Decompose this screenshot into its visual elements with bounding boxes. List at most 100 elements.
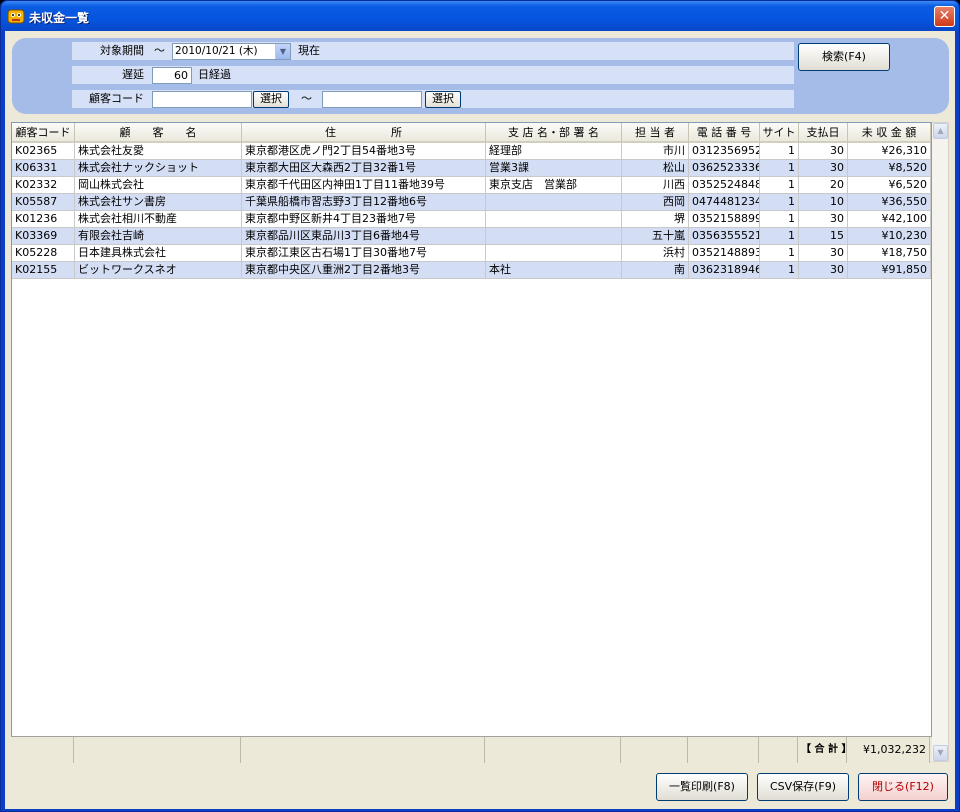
receivables-grid[interactable]: 顧客コード顧 客 名住 所支 店 名・部 署 名担 当 者電 話 番 号サイト支… [11,122,932,762]
table-cell: 日本建具株式会社 [75,245,242,262]
table-cell: 15 [799,228,848,245]
table-cell: K03369 [12,228,75,245]
table-cell: 東京都大田区大森西2丁目32番1号 [242,160,486,177]
table-cell: 五十嵐 [622,228,689,245]
table-cell: K05587 [12,194,75,211]
total-empty-cell [241,737,485,763]
scroll-down-icon[interactable]: ▼ [933,745,948,761]
table-cell: 30 [799,160,848,177]
column-header[interactable]: 担 当 者 [622,123,689,143]
title-bar[interactable]: 未収金一覧 ✕ [1,1,959,31]
period-row: 対象期間 ～ 2010/10/21 (木) ▼ 現在 [72,42,794,60]
period-date-select[interactable]: 2010/10/21 (木) ▼ [172,43,291,60]
close-button[interactable]: 閉じる(F12) [858,773,948,801]
close-window-button[interactable]: ✕ [934,6,955,27]
customer-to-select-button[interactable]: 選択 [425,91,461,108]
column-header[interactable]: 支払日 [799,123,848,143]
table-cell: K02155 [12,262,75,279]
table-cell: 経理部 [486,143,622,160]
column-header[interactable]: 顧客コード [12,123,75,143]
period-tilde: ～ [154,44,165,57]
table-cell: 1 [760,245,799,262]
table-cell: 株式会社相川不動産 [75,211,242,228]
table-cell: 30 [799,143,848,160]
grid-body: K02365 株式会社友愛 東京都港区虎ノ門2丁目54番地3号 経理部 市川 031235… [12,143,931,279]
delay-row: 遅延 60 日経過 [72,66,794,84]
table-cell: 20 [799,177,848,194]
table-cell: 株式会社ナックショット [75,160,242,177]
table-cell: 千葉県船橋市習志野3丁目12番地6号 [242,194,486,211]
table-cell: 1 [760,262,799,279]
table-cell: 0352524848 [689,177,760,194]
customer-to-input[interactable] [322,91,422,108]
table-cell: ¥26,310 [848,143,931,160]
table-cell: ¥10,230 [848,228,931,245]
chevron-down-icon[interactable]: ▼ [275,44,290,59]
table-cell: 30 [799,262,848,279]
table-cell: 0474481234 [689,194,760,211]
table-row[interactable]: K02365 株式会社友愛 東京都港区虎ノ門2丁目54番地3号 経理部 市川 031235… [12,143,931,160]
total-value: ¥1,032,232 [847,737,930,763]
table-cell: 東京都品川区東品川3丁目6番地4号 [242,228,486,245]
table-cell: 東京都千代田区内神田1丁目11番地39号 [242,177,486,194]
customer-from-select-button[interactable]: 選択 [253,91,289,108]
table-cell: 1 [760,194,799,211]
table-cell: 1 [760,177,799,194]
total-empty-cell [11,737,74,763]
table-cell: K02365 [12,143,75,160]
table-cell: 南 [622,262,689,279]
total-row: 【 合 計 】 ¥1,032,232 [11,736,932,763]
customer-from-input[interactable] [152,91,252,108]
scroll-up-icon[interactable]: ▲ [933,123,948,139]
table-cell: 東京都中野区新井4丁目23番地7号 [242,211,486,228]
column-header[interactable]: サイト [760,123,799,143]
table-cell: 10 [799,194,848,211]
app-icon [7,9,25,24]
delay-label: 遅延 [122,68,144,81]
search-button[interactable]: 検索(F4) [798,43,890,71]
table-cell: 1 [760,211,799,228]
table-cell: ¥91,850 [848,262,931,279]
table-row[interactable]: K05228 日本建具株式会社 東京都江東区古石場1丁目30番地7号 浜村 035214… [12,245,931,262]
table-cell: 本社 [486,262,622,279]
table-cell [486,211,622,228]
table-cell: 株式会社サン書房 [75,194,242,211]
vertical-scrollbar[interactable]: ▲ ▼ [932,122,949,762]
total-empty-cell [74,737,241,763]
delay-days-input[interactable]: 60 [152,67,192,84]
table-row[interactable]: K02332 岡山株式会社 東京都千代田区内神田1丁目11番地39号 東京支店 営業部… [12,177,931,194]
table-cell: 岡山株式会社 [75,177,242,194]
table-cell: ¥36,550 [848,194,931,211]
column-header[interactable]: 支 店 名・部 署 名 [486,123,622,143]
table-cell [486,194,622,211]
table-cell: ¥8,520 [848,160,931,177]
grid-header: 顧客コード顧 客 名住 所支 店 名・部 署 名担 当 者電 話 番 号サイト支… [12,123,931,143]
table-cell: ¥18,750 [848,245,931,262]
table-row[interactable]: K03369 有限会社吉崎 東京都品川区東品川3丁目6番地4号 五十嵐 03563555… [12,228,931,245]
total-empty-cell [621,737,688,763]
table-cell: 0362523336 [689,160,760,177]
total-empty-cell [485,737,621,763]
client-area: 対象期間 ～ 2010/10/21 (木) ▼ 現在 遅延 60 日経過 顧客コ… [5,31,955,809]
csv-save-button[interactable]: CSV保存(F9) [757,773,849,801]
table-cell [486,228,622,245]
table-cell: 1 [760,160,799,177]
table-cell: ¥6,520 [848,177,931,194]
table-row[interactable]: K05587 株式会社サン書房 千葉県船橋市習志野3丁目12番地6号 西岡 047448… [12,194,931,211]
table-cell: 浜村 [622,245,689,262]
table-cell: 30 [799,245,848,262]
print-list-button[interactable]: 一覧印刷(F8) [656,773,748,801]
table-row[interactable]: K01236 株式会社相川不動産 東京都中野区新井4丁目23番地7号 堺 0352158… [12,211,931,228]
column-header[interactable]: 顧 客 名 [75,123,242,143]
column-header[interactable]: 未 収 金 額 [848,123,931,143]
column-header[interactable]: 住 所 [242,123,486,143]
period-label: 対象期間 [100,44,144,57]
total-label: 【 合 計 】 [798,737,851,763]
table-cell: 0312356952 [689,143,760,160]
column-header[interactable]: 電 話 番 号 [689,123,760,143]
table-row[interactable]: K06331 株式会社ナックショット 東京都大田区大森西2丁目32番1号 営業3課 松山… [12,160,931,177]
table-cell: 東京都中央区八重洲2丁目2番地3号 [242,262,486,279]
table-row[interactable]: K02155 ビットワークスネオ 東京都中央区八重洲2丁目2番地3号 本社南 03623… [12,262,931,279]
period-suffix: 現在 [298,44,320,57]
table-cell: 川西 [622,177,689,194]
